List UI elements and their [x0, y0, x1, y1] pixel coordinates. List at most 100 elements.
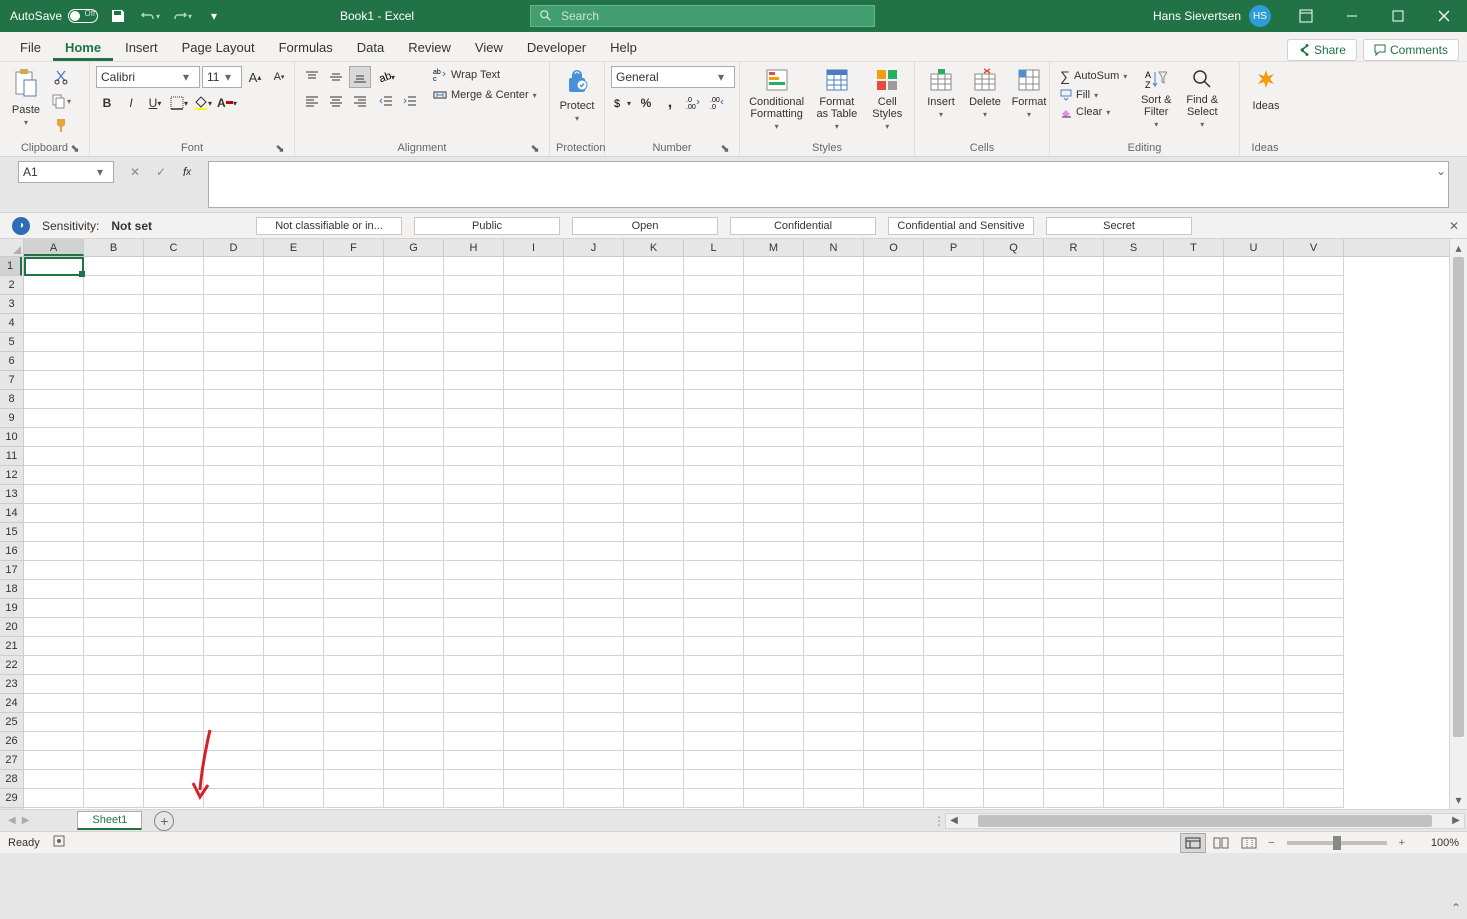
cell-S22[interactable]: [1104, 656, 1164, 675]
cell-A7[interactable]: [24, 371, 84, 390]
cell-K11[interactable]: [624, 447, 684, 466]
cell-S6[interactable]: [1104, 352, 1164, 371]
cell-T18[interactable]: [1164, 580, 1224, 599]
tab-scroll-split[interactable]: ⋮: [933, 814, 943, 828]
enter-formula-icon[interactable]: ✓: [148, 161, 174, 183]
cell-F24[interactable]: [324, 694, 384, 713]
column-header-H[interactable]: H: [444, 239, 504, 256]
cell-Q24[interactable]: [984, 694, 1044, 713]
column-header-G[interactable]: G: [384, 239, 444, 256]
cell-H10[interactable]: [444, 428, 504, 447]
cell-R12[interactable]: [1044, 466, 1104, 485]
cell-Q10[interactable]: [984, 428, 1044, 447]
cell-H11[interactable]: [444, 447, 504, 466]
cell-G12[interactable]: [384, 466, 444, 485]
copy-icon[interactable]: ▾: [50, 90, 72, 112]
cell-R11[interactable]: [1044, 447, 1104, 466]
cell-S9[interactable]: [1104, 409, 1164, 428]
cell-T15[interactable]: [1164, 523, 1224, 542]
cell-T22[interactable]: [1164, 656, 1224, 675]
scroll-left-icon[interactable]: ◀: [946, 815, 962, 826]
cell-O17[interactable]: [864, 561, 924, 580]
row-header-28[interactable]: 28: [0, 770, 23, 789]
insert-function-icon[interactable]: fx: [174, 161, 200, 183]
cell-E16[interactable]: [264, 542, 324, 561]
cell-I29[interactable]: [504, 789, 564, 808]
cell-H17[interactable]: [444, 561, 504, 580]
cell-E17[interactable]: [264, 561, 324, 580]
cell-S23[interactable]: [1104, 675, 1164, 694]
cell-C22[interactable]: [144, 656, 204, 675]
cell-L4[interactable]: [684, 314, 744, 333]
cell-K26[interactable]: [624, 732, 684, 751]
cell-T6[interactable]: [1164, 352, 1224, 371]
cell-R10[interactable]: [1044, 428, 1104, 447]
cell-R19[interactable]: [1044, 599, 1104, 618]
cell-D16[interactable]: [204, 542, 264, 561]
cell-L15[interactable]: [684, 523, 744, 542]
cell-D21[interactable]: [204, 637, 264, 656]
cell-H16[interactable]: [444, 542, 504, 561]
cell-I2[interactable]: [504, 276, 564, 295]
cell-G3[interactable]: [384, 295, 444, 314]
cell-S7[interactable]: [1104, 371, 1164, 390]
cell-E10[interactable]: [264, 428, 324, 447]
share-button[interactable]: Share: [1287, 39, 1357, 61]
cell-H28[interactable]: [444, 770, 504, 789]
cell-T4[interactable]: [1164, 314, 1224, 333]
cell-E8[interactable]: [264, 390, 324, 409]
cell-U2[interactable]: [1224, 276, 1284, 295]
cell-Q20[interactable]: [984, 618, 1044, 637]
cell-S10[interactable]: [1104, 428, 1164, 447]
cell-S25[interactable]: [1104, 713, 1164, 732]
row-header-18[interactable]: 18: [0, 580, 23, 599]
cell-G28[interactable]: [384, 770, 444, 789]
cell-P29[interactable]: [924, 789, 984, 808]
cell-R24[interactable]: [1044, 694, 1104, 713]
cell-G18[interactable]: [384, 580, 444, 599]
cell-C25[interactable]: [144, 713, 204, 732]
row-header-15[interactable]: 15: [0, 523, 23, 542]
cell-F14[interactable]: [324, 504, 384, 523]
cell-R5[interactable]: [1044, 333, 1104, 352]
cell-D13[interactable]: [204, 485, 264, 504]
cell-O24[interactable]: [864, 694, 924, 713]
cell-N27[interactable]: [804, 751, 864, 770]
cell-R21[interactable]: [1044, 637, 1104, 656]
cell-J28[interactable]: [564, 770, 624, 789]
delete-cells-button[interactable]: Delete▾: [965, 66, 1005, 121]
cell-T26[interactable]: [1164, 732, 1224, 751]
cell-Q27[interactable]: [984, 751, 1044, 770]
find-select-button[interactable]: Find & Select▾: [1181, 66, 1223, 131]
cell-B20[interactable]: [84, 618, 144, 637]
bold-icon[interactable]: B: [96, 92, 118, 114]
cell-K25[interactable]: [624, 713, 684, 732]
cell-M3[interactable]: [744, 295, 804, 314]
cell-Q14[interactable]: [984, 504, 1044, 523]
cell-K5[interactable]: [624, 333, 684, 352]
row-header-7[interactable]: 7: [0, 371, 23, 390]
menu-developer[interactable]: Developer: [515, 34, 598, 61]
cell-F21[interactable]: [324, 637, 384, 656]
cell-H14[interactable]: [444, 504, 504, 523]
cell-P4[interactable]: [924, 314, 984, 333]
cell-C15[interactable]: [144, 523, 204, 542]
cell-J23[interactable]: [564, 675, 624, 694]
cell-J9[interactable]: [564, 409, 624, 428]
scroll-up-icon[interactable]: ▴: [1450, 239, 1467, 257]
new-sheet-button[interactable]: +: [154, 811, 174, 831]
cell-I15[interactable]: [504, 523, 564, 542]
cell-V9[interactable]: [1284, 409, 1344, 428]
cell-H2[interactable]: [444, 276, 504, 295]
cell-N24[interactable]: [804, 694, 864, 713]
cell-J12[interactable]: [564, 466, 624, 485]
cell-O13[interactable]: [864, 485, 924, 504]
row-header-5[interactable]: 5: [0, 333, 23, 352]
cell-I12[interactable]: [504, 466, 564, 485]
cell-G13[interactable]: [384, 485, 444, 504]
cell-D11[interactable]: [204, 447, 264, 466]
cell-M6[interactable]: [744, 352, 804, 371]
cell-L22[interactable]: [684, 656, 744, 675]
cell-S14[interactable]: [1104, 504, 1164, 523]
cell-U13[interactable]: [1224, 485, 1284, 504]
